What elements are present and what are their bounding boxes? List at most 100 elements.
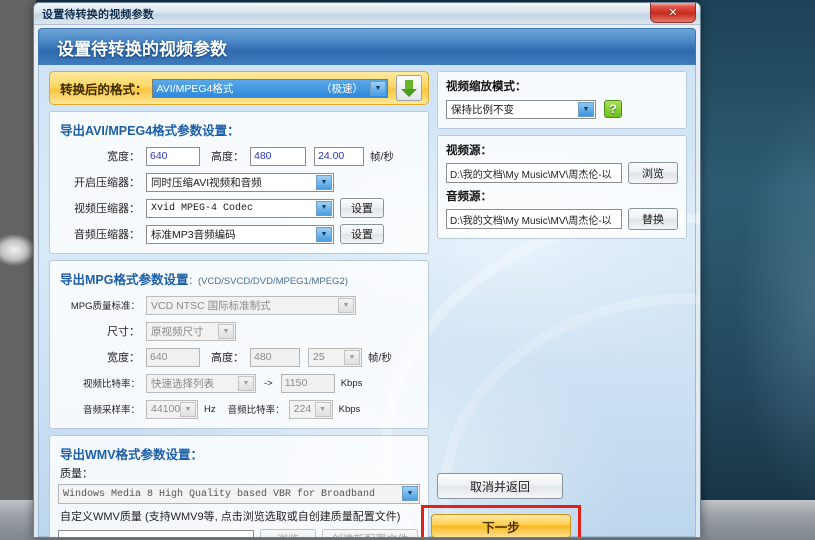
download-arrow-icon[interactable] xyxy=(396,75,422,101)
scale-mode-row: 保持比例不变 ▼ ? xyxy=(446,98,678,120)
download-arrow-tip xyxy=(401,89,417,97)
avi-video-compressor-select[interactable]: Xvid MPEG-4 Codec ▼ xyxy=(146,198,334,218)
avi-enable-compressor-label: 开启压缩器： xyxy=(74,177,140,189)
scale-mode-group: 视频缩放模式： 保持比例不变 ▼ ? xyxy=(437,71,687,129)
chevron-down-icon[interactable]: ▼ xyxy=(402,486,418,501)
mpg-height-input[interactable]: 480 xyxy=(250,347,300,367)
mpg-video-bitrate-unit: Kbps xyxy=(340,377,363,389)
output-format-select[interactable]: AVI/MPEG4格式 （极速） ▼ xyxy=(151,78,388,98)
output-format-suffix: （极速） xyxy=(321,82,363,95)
audio-replace-button[interactable]: 替换 xyxy=(628,208,678,230)
avi-enable-compressor-row: 开启压缩器： 同时压缩AVI视频和音频 ▼ xyxy=(58,171,420,193)
mpg-audio-samplerate-label: 音频采样率： xyxy=(82,405,140,416)
help-icon[interactable]: ? xyxy=(604,100,622,118)
chevron-down-icon[interactable]: ▼ xyxy=(316,226,332,242)
mpg-fps-unit: 帧/秒 xyxy=(368,351,392,364)
avi-audio-settings-button[interactable]: 设置 xyxy=(340,224,384,244)
video-parameters-window: 设置待转换的视频参数 ✕ 设置待转换的视频参数 转换后的格式： AVI/MPEG… xyxy=(33,2,701,538)
chevron-down-icon[interactable]: ▼ xyxy=(316,200,332,216)
avi-width-input[interactable]: 640 xyxy=(146,146,200,166)
chevron-down-icon[interactable]: ▼ xyxy=(578,101,594,117)
wmv-browse-button[interactable]: 浏览 xyxy=(260,529,316,537)
wmv-settings-group: 导出WMV格式参数设置： 质量： Windows Media 8 High Qu… xyxy=(49,435,429,537)
chevron-down-icon[interactable]: ▼ xyxy=(180,401,196,417)
avi-video-compressor-label: 视频压缩器： xyxy=(74,203,140,215)
wmv-custom-input[interactable] xyxy=(58,529,254,537)
video-source-row: D:\我的文档\My Music\MV\周杰伦-以 浏览 xyxy=(446,162,678,184)
chevron-down-icon[interactable]: ▼ xyxy=(344,349,360,365)
mpg-video-bitrate-input[interactable]: 1150 xyxy=(280,373,335,393)
mpg-section-title-sub: ：(VCD/SVCD/DVD/MPEG1/MPEG2) xyxy=(188,276,348,287)
window-titlebar[interactable]: 设置待转换的视频参数 ✕ xyxy=(34,3,700,25)
mpg-audio-row: 音频采样率： 44100 ▼ Hz 音频比特率： 224 ▼ Kbps xyxy=(58,398,420,420)
avi-audio-compressor-row: 音频压缩器： 标准MP3音频编码 ▼ 设置 xyxy=(58,223,420,245)
chevron-down-icon[interactable]: ▼ xyxy=(314,401,331,417)
wmv-custom-note: 自定义WMV质量 (支持WMV9等, 点击浏览选取或自创建质量配置文件) xyxy=(60,511,401,523)
chevron-down-icon[interactable]: ▼ xyxy=(370,80,386,96)
mpg-size-select[interactable]: 原视频尺寸 ▼ xyxy=(146,321,236,341)
avi-audio-compressor-label: 音频压缩器： xyxy=(74,229,140,241)
output-format-value: AVI/MPEG4格式 xyxy=(156,82,234,95)
mpg-section-title-main: 导出MPG格式参数设置 xyxy=(60,273,189,287)
avi-fps-unit: 帧/秒 xyxy=(370,150,394,163)
right-settings-panel: 视频缩放模式： 保持比例不变 ▼ ? 视频源： D:\我的文档\My Music\… xyxy=(437,71,687,239)
mpg-width-label: 宽度： xyxy=(107,352,140,364)
avi-video-settings-button[interactable]: 设置 xyxy=(340,198,384,218)
mpg-size-label: 尺寸： xyxy=(107,326,140,338)
scale-mode-label: 视频缩放模式： xyxy=(446,81,527,93)
audio-source-input[interactable]: D:\我的文档\My Music\MV\周杰伦-以 xyxy=(446,209,622,229)
mpg-audio-samplerate-select[interactable]: 44100 ▼ xyxy=(146,399,198,419)
avi-fps-input[interactable]: 24.00 xyxy=(314,146,364,166)
source-files-group: 视频源： D:\我的文档\My Music\MV\周杰伦-以 浏览 音频源： D… xyxy=(437,135,687,239)
audio-source-row: D:\我的文档\My Music\MV\周杰伦-以 替换 xyxy=(446,208,678,230)
mpg-fps-select[interactable]: 25 ▼ xyxy=(308,347,362,367)
mpg-video-bitrate-row: 视频比特率： 快速选择列表 ▼ -> 1150 Kbps xyxy=(58,372,420,394)
mpg-bitrate-arrow: -> xyxy=(264,377,273,389)
output-format-label: 转换后的格式： xyxy=(60,82,148,97)
mpg-dimensions-row: 宽度： 640 高度： 480 25 ▼ 帧/秒 xyxy=(58,346,420,368)
avi-video-compressor-row: 视频压缩器： Xvid MPEG-4 Codec ▼ 设置 xyxy=(58,197,420,219)
mpg-section-title: 导出MPG格式参数设置：(VCD/SVCD/DVD/MPEG1/MPEG2) xyxy=(60,269,420,288)
avi-height-input[interactable]: 480 xyxy=(250,146,306,166)
video-browse-button[interactable]: 浏览 xyxy=(628,162,678,184)
mpg-size-row: 尺寸： 原视频尺寸 ▼ xyxy=(58,320,420,342)
chevron-down-icon[interactable]: ▼ xyxy=(218,323,234,339)
mpg-video-bitrate-select[interactable]: 快速选择列表 ▼ xyxy=(146,373,256,393)
chevron-down-icon[interactable]: ▼ xyxy=(338,297,354,313)
avi-width-label: 宽度： xyxy=(107,151,140,163)
avi-audio-compressor-select[interactable]: 标准MP3音频编码 ▼ xyxy=(146,224,334,244)
avi-enable-compressor-select[interactable]: 同时压缩AVI视频和音频 ▼ xyxy=(146,172,334,192)
mpg-audio-samplerate-unit: Hz xyxy=(204,403,216,415)
avi-height-label: 高度： xyxy=(211,151,244,163)
mpg-audio-bitrate-unit: Kbps xyxy=(338,403,361,415)
wmv-section-title: 导出WMV格式参数设置： xyxy=(60,448,204,462)
page-header: 设置待转换的视频参数 xyxy=(38,28,696,65)
mpg-quality-row: MPG质量标准： VCD NTSC 国际标准制式 ▼ xyxy=(58,294,420,316)
mpg-quality-select[interactable]: VCD NTSC 国际标准制式 ▼ xyxy=(146,295,356,315)
cancel-button[interactable]: 取消并返回 xyxy=(437,473,563,499)
desktop-right-area xyxy=(700,0,815,540)
mpg-video-bitrate-label: 视频比特率： xyxy=(82,379,140,390)
chevron-down-icon[interactable]: ▼ xyxy=(238,375,254,391)
page-title: 设置待转换的视频参数 xyxy=(57,39,227,59)
video-source-input[interactable]: D:\我的文档\My Music\MV\周杰伦-以 xyxy=(446,163,622,183)
chevron-down-icon[interactable]: ▼ xyxy=(316,174,332,190)
video-source-label: 视频源： xyxy=(446,145,492,157)
window-content: 转换后的格式： AVI/MPEG4格式 （极速） ▼ 导出AVI/MPEG4格式… xyxy=(38,65,700,537)
wallpaper-cat-photo xyxy=(0,0,36,540)
avi-section-title: 导出AVI/MPEG4格式参数设置： xyxy=(60,124,240,138)
mpg-audio-bitrate-select[interactable]: 224 ▼ xyxy=(288,399,333,419)
next-button[interactable]: 下一步 xyxy=(431,514,571,537)
output-format-bar: 转换后的格式： AVI/MPEG4格式 （极速） ▼ xyxy=(49,71,429,105)
avi-settings-group: 导出AVI/MPEG4格式参数设置： 宽度： 640 高度： 480 24.00… xyxy=(49,111,429,254)
wmv-custom-row: 浏览 创建新配置文件 xyxy=(58,528,420,537)
wmv-quality-select[interactable]: Windows Media 8 High Quality based VBR f… xyxy=(58,484,420,504)
avi-dimensions-row: 宽度： 640 高度： 480 24.00 帧/秒 xyxy=(58,145,420,167)
mpg-width-input[interactable]: 640 xyxy=(146,347,200,367)
wmv-create-profile-button[interactable]: 创建新配置文件 xyxy=(322,529,418,537)
close-icon[interactable]: ✕ xyxy=(650,3,696,23)
scale-mode-select[interactable]: 保持比例不变 ▼ xyxy=(446,99,596,119)
mpg-settings-group: 导出MPG格式参数设置：(VCD/SVCD/DVD/MPEG1/MPEG2) M… xyxy=(49,260,429,429)
mpg-audio-bitrate-label: 音频比特率： xyxy=(227,405,285,416)
mpg-height-label: 高度： xyxy=(211,352,244,364)
